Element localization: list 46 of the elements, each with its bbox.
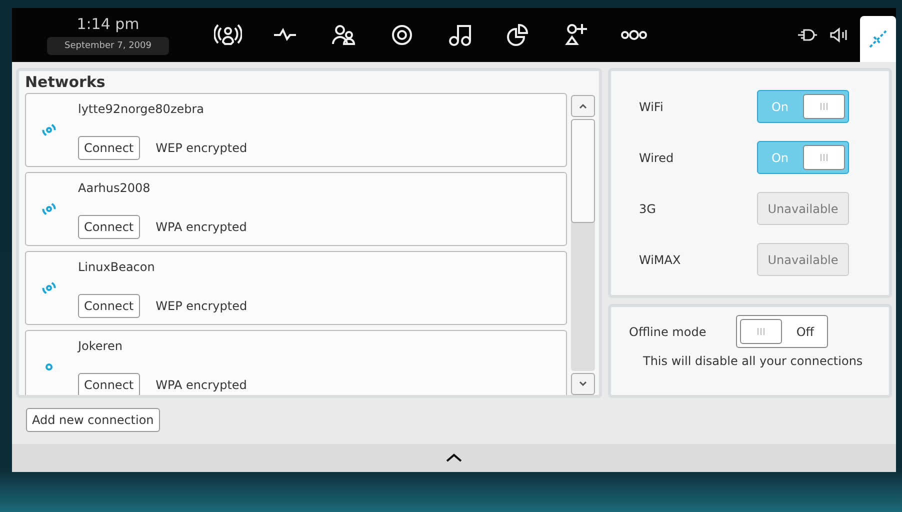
person-add-icon bbox=[562, 22, 590, 48]
scroll-down-button[interactable] bbox=[571, 373, 595, 395]
security-label: WEP encrypted bbox=[156, 141, 248, 155]
plug-icon[interactable] bbox=[796, 27, 818, 43]
network-name: Jokeren bbox=[78, 339, 124, 353]
people-icon bbox=[330, 22, 358, 48]
clock-time: 1:14 pm bbox=[76, 15, 140, 33]
chevron-up-icon bbox=[578, 102, 588, 110]
connect-button[interactable]: Connect bbox=[78, 373, 140, 395]
technology-label: WiFi bbox=[639, 100, 664, 114]
chevron-down-icon bbox=[578, 380, 588, 388]
connect-button[interactable]: Connect bbox=[78, 215, 140, 239]
security-label: WEP encrypted bbox=[156, 299, 248, 313]
network-row[interactable]: Aarhus2008 Connect WPA encrypted bbox=[25, 172, 568, 246]
network-row[interactable]: LinuxBeacon Connect WEP encrypted bbox=[25, 251, 568, 325]
signal-icon bbox=[41, 122, 57, 138]
toggle-switch[interactable]: Off bbox=[736, 315, 828, 348]
signal-icon bbox=[41, 201, 57, 217]
date-label: September 7, 2009 bbox=[46, 37, 170, 55]
connect-button[interactable]: Connect bbox=[78, 294, 140, 318]
toggle-knob[interactable] bbox=[803, 145, 845, 170]
scroll-up-button[interactable] bbox=[571, 95, 595, 117]
signal-icon bbox=[41, 280, 57, 296]
add-connection-button[interactable]: Add new connection bbox=[26, 408, 160, 432]
broadcast-person-icon bbox=[214, 22, 242, 48]
network-name: Aarhus2008 bbox=[78, 181, 152, 195]
technology-label: WiMAX bbox=[639, 252, 681, 266]
chevron-up-icon[interactable] bbox=[445, 453, 463, 463]
toggle-knob[interactable] bbox=[740, 319, 782, 344]
technology-label: Wired bbox=[639, 150, 674, 164]
connect-button[interactable]: Connect bbox=[78, 136, 140, 160]
toggle-knob[interactable] bbox=[803, 94, 845, 119]
scrollbar-thumb[interactable] bbox=[571, 119, 595, 223]
network-name: lytte92norge80zebra bbox=[78, 102, 206, 116]
technology-label: 3G bbox=[639, 202, 656, 216]
offline-note: This will disable all your connections bbox=[643, 354, 864, 368]
network-tab[interactable] bbox=[860, 16, 896, 62]
music-note-icon bbox=[446, 22, 474, 48]
offline-label: Offline mode bbox=[629, 324, 706, 338]
volume-icon[interactable] bbox=[828, 27, 850, 43]
security-label: WPA encrypted bbox=[156, 220, 247, 234]
network-row[interactable]: lytte92norge80zebra Connect WEP encrypted bbox=[25, 93, 568, 167]
networks-title: Networks bbox=[25, 73, 106, 93]
security-label: WPA encrypted bbox=[156, 378, 247, 392]
network-row[interactable]: Jokeren Connect WPA encrypted bbox=[25, 330, 568, 395]
network-name: LinuxBeacon bbox=[78, 260, 156, 274]
